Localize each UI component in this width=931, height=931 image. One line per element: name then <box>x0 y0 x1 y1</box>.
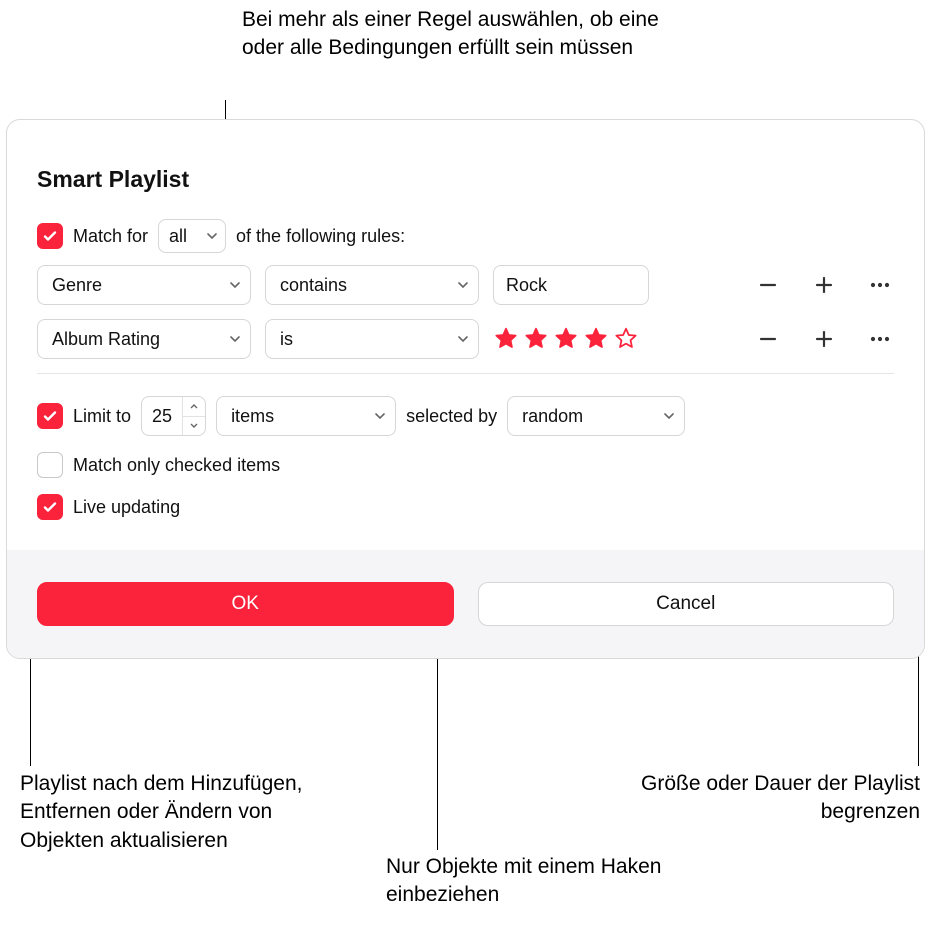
cancel-button[interactable]: Cancel <box>478 582 895 626</box>
star-filled-icon <box>583 326 609 352</box>
chevron-down-icon <box>375 413 385 419</box>
callout-limit: Größe oder Dauer der Playlist begrenzen <box>640 770 920 827</box>
rule-operator-select[interactable]: is <box>265 319 479 359</box>
more-rule-button[interactable] <box>866 271 894 299</box>
ok-button[interactable]: OK <box>37 582 454 626</box>
more-rule-button[interactable] <box>866 325 894 353</box>
selected-by-value: random <box>522 406 583 427</box>
limit-stepper[interactable]: 25 <box>141 396 206 436</box>
stepper-down[interactable] <box>183 417 205 436</box>
rule-field-value: Album Rating <box>52 329 160 350</box>
live-updating-checkbox[interactable] <box>37 494 63 520</box>
rule-field-select[interactable]: Genre <box>37 265 251 305</box>
chevron-down-icon <box>190 423 198 428</box>
remove-rule-button[interactable] <box>754 325 782 353</box>
rule-value-input[interactable]: Rock <box>493 265 649 305</box>
rule-field-select[interactable]: Album Rating <box>37 319 251 359</box>
match-mode-value: all <box>169 226 187 247</box>
plus-icon <box>813 328 835 350</box>
rule-operator-select[interactable]: contains <box>265 265 479 305</box>
chevron-down-icon <box>458 282 468 288</box>
limit-value: 25 <box>142 397 183 435</box>
star-filled-icon <box>523 326 549 352</box>
ellipsis-icon <box>869 282 891 288</box>
add-rule-button[interactable] <box>810 325 838 353</box>
chevron-down-icon <box>230 282 240 288</box>
rule-value-text: Rock <box>506 275 547 296</box>
divider <box>37 373 894 374</box>
callout-match-mode: Bei mehr als einer Regel auswählen, ob e… <box>242 6 682 63</box>
rule-field-value: Genre <box>52 275 102 296</box>
rule-value-stars[interactable] <box>493 326 673 352</box>
add-rule-button[interactable] <box>810 271 838 299</box>
rule-operator-value: is <box>280 329 293 350</box>
limit-label: Limit to <box>73 406 131 427</box>
rule-row: Genre contains Rock <box>37 265 894 305</box>
match-only-checked-checkbox[interactable] <box>37 452 63 478</box>
ellipsis-icon <box>869 336 891 342</box>
match-suffix: of the following rules: <box>236 226 405 247</box>
chevron-down-icon <box>207 233 217 239</box>
chevron-down-icon <box>458 336 468 342</box>
stepper-up[interactable] <box>183 397 205 417</box>
rule-operator-value: contains <box>280 275 347 296</box>
match-only-checked-label: Match only checked items <box>73 455 280 476</box>
rule-row: Album Rating is <box>37 319 894 359</box>
chevron-up-icon <box>190 404 198 409</box>
star-filled-icon <box>493 326 519 352</box>
limit-unit-select[interactable]: items <box>216 396 396 436</box>
limit-checkbox[interactable] <box>37 403 63 429</box>
live-updating-label: Live updating <box>73 497 180 518</box>
dialog-title: Smart Playlist <box>37 166 894 193</box>
minus-icon <box>757 328 779 350</box>
callout-checked-items: Nur Objekte mit einem Haken einbeziehen <box>386 853 706 910</box>
minus-icon <box>757 274 779 296</box>
star-filled-icon <box>553 326 579 352</box>
smart-playlist-dialog: Smart Playlist Match for all of the foll… <box>6 119 925 659</box>
remove-rule-button[interactable] <box>754 271 782 299</box>
chevron-down-icon <box>664 413 674 419</box>
selected-by-select[interactable]: random <box>507 396 685 436</box>
chevron-down-icon <box>230 336 240 342</box>
plus-icon <box>813 274 835 296</box>
match-mode-select[interactable]: all <box>158 219 226 253</box>
callout-live-updating: Playlist nach dem Hinzufügen, Entfernen … <box>20 770 340 855</box>
limit-unit-value: items <box>231 406 274 427</box>
match-checkbox[interactable] <box>37 223 63 249</box>
match-prefix: Match for <box>73 226 148 247</box>
selected-by-label: selected by <box>406 406 497 427</box>
star-empty-icon <box>613 326 639 352</box>
